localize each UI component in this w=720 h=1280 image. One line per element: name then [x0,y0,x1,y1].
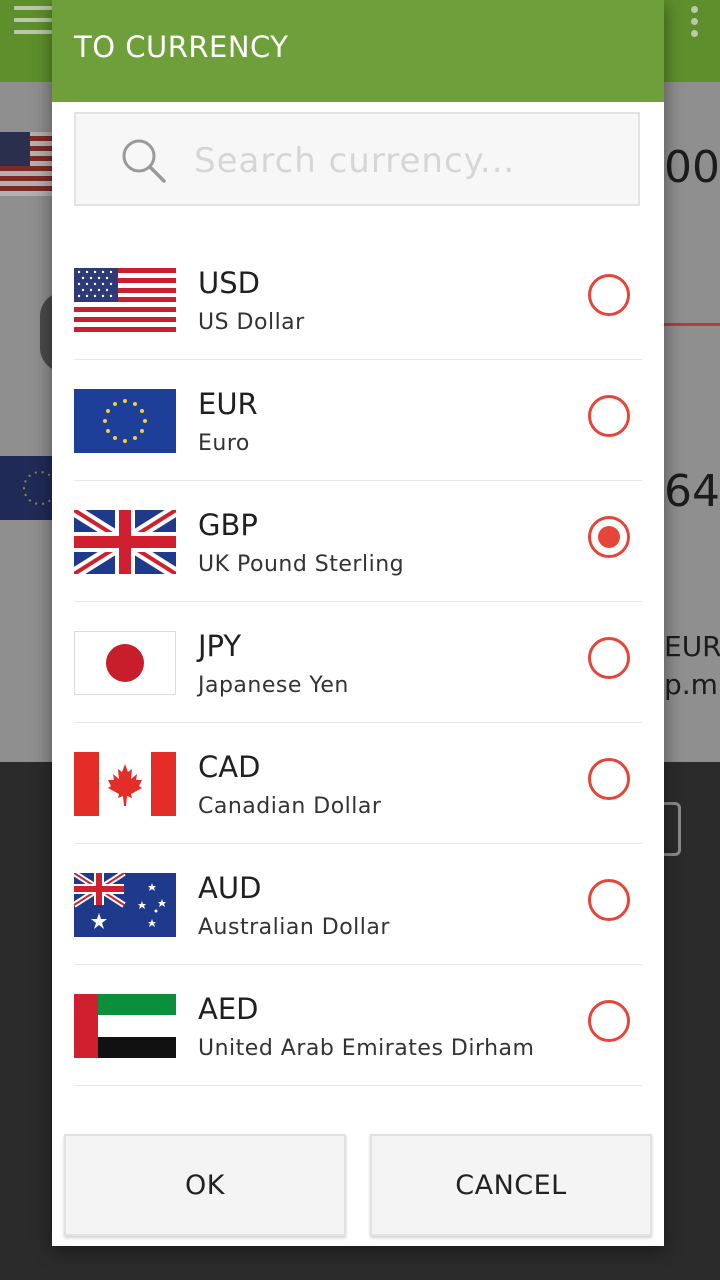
currency-list: USD US Dollar EUR Euro GBP UK Pound Ster… [74,240,642,1086]
currency-code: CAD [198,750,261,784]
currency-name: Australian Dollar [198,915,390,940]
uk-flag-icon [74,510,176,574]
menu-icon[interactable] [14,6,52,36]
cancel-button[interactable]: CANCEL [370,1134,652,1236]
currency-row-gbp[interactable]: GBP UK Pound Sterling [74,482,642,602]
dialog-title: TO CURRENCY [74,30,289,64]
australia-flag-icon [74,873,176,937]
currency-code: AUD [198,871,262,905]
us-flag-icon [0,132,52,196]
search-box[interactable] [74,112,640,206]
currency-row-eur[interactable]: EUR Euro [74,361,642,481]
currency-name: UK Pound Sterling [198,552,405,577]
amount-value: 00 [664,142,720,193]
japan-flag-icon [74,631,176,695]
converted-value: 64 [664,466,720,517]
currency-radio-aud[interactable] [588,879,630,921]
currency-code: AED [198,992,259,1026]
currency-row-aed[interactable]: AED United Arab Emirates Dirham [74,966,642,1086]
update-time: p.m. [664,668,720,701]
to-currency-dialog: TO CURRENCY Search currency... USD US Do… [52,0,664,1246]
currency-radio-cad[interactable] [588,758,630,800]
divider [664,323,720,326]
currency-row-aud[interactable]: AUD Australian Dollar [74,845,642,965]
currency-radio-aed[interactable] [588,1000,630,1042]
currency-row-usd[interactable]: USD US Dollar [74,240,642,360]
currency-row-cad[interactable]: CAD Canadian Dollar [74,724,642,844]
canada-flag-icon [74,752,176,816]
ok-button[interactable]: OK [64,1134,346,1236]
uae-flag-icon [74,994,176,1058]
currency-radio-usd[interactable] [588,274,630,316]
currency-radio-eur[interactable] [588,395,630,437]
eu-flag-icon [0,456,52,520]
currency-code: EUR [198,387,258,421]
us-flag-icon [74,268,176,332]
rate-label: EUR [664,630,720,663]
search-input[interactable] [192,134,616,188]
dialog-header: TO CURRENCY [52,0,664,102]
currency-name: Canadian Dollar [198,794,382,819]
currency-name: US Dollar [198,310,305,335]
currency-radio-jpy[interactable] [588,637,630,679]
currency-radio-gbp[interactable] [588,516,630,558]
search-icon [122,139,166,183]
more-options-icon[interactable] [688,6,700,40]
currency-code: GBP [198,508,258,542]
eu-flag-icon [74,389,176,453]
currency-row-jpy[interactable]: JPY Japanese Yen [74,603,642,723]
currency-name: Japanese Yen [198,673,349,698]
currency-name: Euro [198,431,250,456]
currency-name: United Arab Emirates Dirham [198,1036,535,1061]
currency-code: JPY [198,629,242,663]
currency-code: USD [198,266,260,300]
